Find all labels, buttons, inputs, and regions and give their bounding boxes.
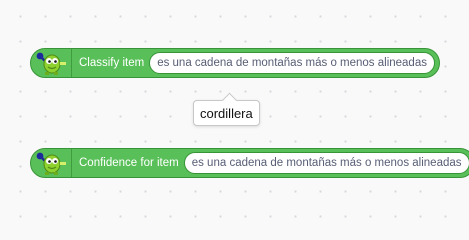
robot-mascot-icon [31, 49, 71, 77]
block-divider [71, 49, 72, 77]
classify-item-label: Classify item [79, 57, 145, 69]
block-divider [71, 149, 72, 177]
confidence-for-item-block[interactable]: Confidence for item es una cadena de mon… [30, 148, 469, 178]
confidence-for-item-label: Confidence for item [79, 157, 179, 169]
confidence-for-item-input[interactable]: es una cadena de montañas más o menos al… [183, 152, 469, 174]
classify-item-input[interactable]: es una cadena de montañas más o menos al… [149, 52, 435, 74]
classify-item-block[interactable]: Classify item es una cadena de montañas … [30, 48, 440, 78]
result-tooltip: cordillera [193, 92, 260, 126]
robot-mascot-icon [31, 149, 71, 177]
tooltip-text: cordillera [200, 105, 253, 121]
